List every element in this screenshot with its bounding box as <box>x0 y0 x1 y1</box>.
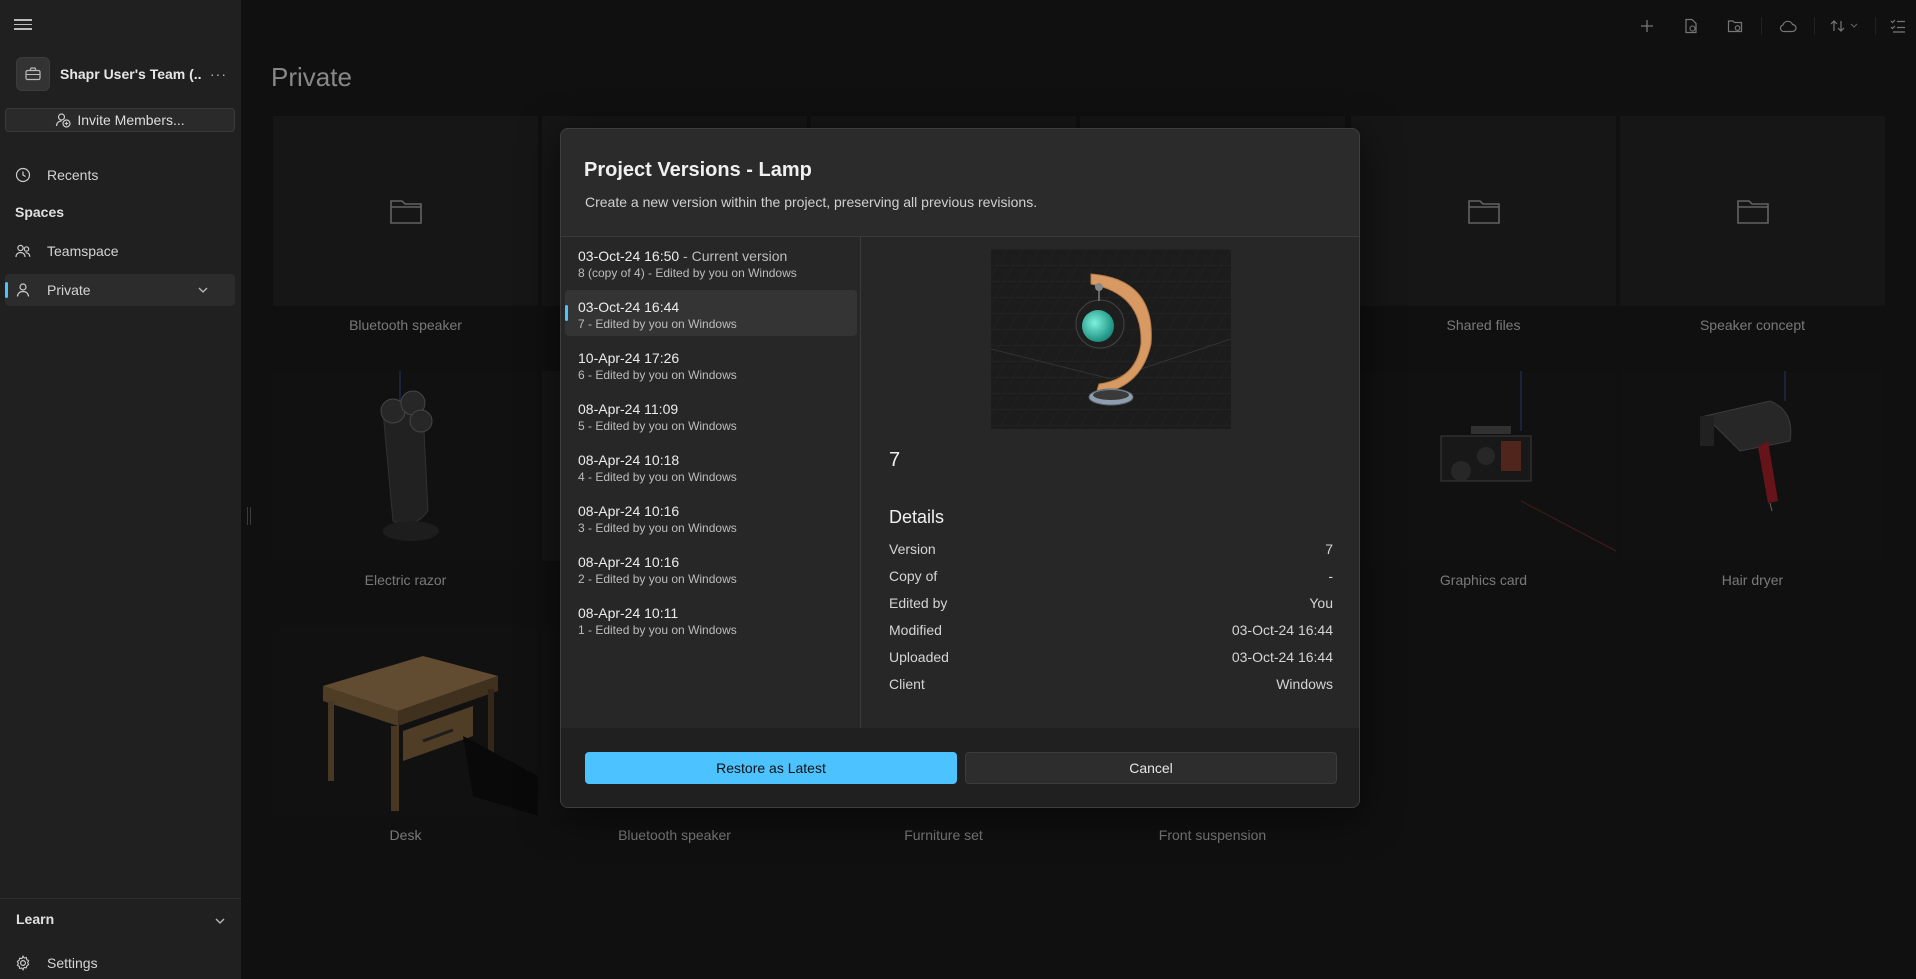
detail-value: 7 <box>1325 541 1333 557</box>
menu-icon[interactable] <box>14 16 32 34</box>
version-meta: 8 (copy of 4) - Edited by you on Windows <box>578 266 797 280</box>
detail-label: Copy of <box>889 568 938 584</box>
version-detail-panel: 7 Details Version 7 Copy of - Edited by … <box>861 237 1359 729</box>
clock-icon <box>15 167 31 183</box>
detail-row-version: Version 7 <box>889 541 1333 563</box>
version-date: 03-Oct-24 16:50 <box>578 248 680 264</box>
current-version-tag: - Current version <box>679 248 788 264</box>
detail-label: Client <box>889 676 925 692</box>
chevron-down-icon[interactable] <box>197 284 209 296</box>
nav-settings-label: Settings <box>47 955 98 971</box>
briefcase-icon <box>16 57 50 91</box>
version-item[interactable]: 10-Apr-24 17:26 6 - Edited by you on Win… <box>565 341 857 387</box>
version-item[interactable]: 08-Apr-24 10:11 1 - Edited by you on Win… <box>565 596 857 642</box>
nav-teamspace-label: Teamspace <box>47 243 119 259</box>
app-window: Shapr User's Team (... ··· Invite Member… <box>0 0 1916 979</box>
detail-label: Uploaded <box>889 649 949 665</box>
version-meta: 7 - Edited by you on Windows <box>578 317 737 331</box>
nav-private-label: Private <box>47 282 91 298</box>
detail-row-modified: Modified 03-Oct-24 16:44 <box>889 622 1333 644</box>
chevron-down-icon[interactable] <box>214 915 226 927</box>
cancel-button[interactable]: Cancel <box>965 752 1337 784</box>
team-name: Shapr User's Team (... <box>60 66 202 82</box>
detail-row-edited-by: Edited by You <box>889 595 1333 617</box>
detail-value: Windows <box>1276 676 1333 692</box>
learn-section[interactable]: Learn <box>0 898 241 938</box>
version-item[interactable]: 08-Apr-24 11:09 5 - Edited by you on Win… <box>565 392 857 438</box>
restore-as-latest-button[interactable]: Restore as Latest <box>585 752 957 784</box>
nav-settings[interactable]: Settings <box>5 947 235 979</box>
dialog-body: 03-Oct-24 16:50 - Current version 8 (cop… <box>561 236 1359 729</box>
person-icon <box>16 283 30 297</box>
detail-row-copy-of: Copy of - <box>889 568 1333 590</box>
version-item-selected[interactable]: 03-Oct-24 16:44 7 - Edited by you on Win… <box>565 290 857 336</box>
more-icon[interactable]: ··· <box>210 66 227 82</box>
nav-recents[interactable]: Recents <box>5 159 235 191</box>
team-icon <box>15 244 31 258</box>
version-meta: 1 - Edited by you on Windows <box>578 623 737 637</box>
version-date: 08-Apr-24 10:18 <box>578 452 680 468</box>
dialog-subtitle: Create a new version within the project,… <box>585 194 1038 210</box>
version-item[interactable]: 08-Apr-24 10:16 2 - Edited by you on Win… <box>565 545 857 591</box>
invite-members-label: Invite Members... <box>77 112 185 128</box>
nav-teamspace[interactable]: Teamspace <box>5 235 235 267</box>
nav-recents-label: Recents <box>47 167 99 183</box>
version-date: 08-Apr-24 10:16 <box>578 503 680 519</box>
detail-value: You <box>1309 595 1333 611</box>
version-meta: 6 - Edited by you on Windows <box>578 368 737 382</box>
spaces-heading: Spaces <box>15 204 65 220</box>
detail-value: - <box>1328 568 1333 584</box>
version-date: 08-Apr-24 11:09 <box>578 401 679 417</box>
sidebar: Shapr User's Team (... ··· Invite Member… <box>0 0 241 979</box>
learn-label: Learn <box>16 910 55 927</box>
version-item[interactable]: 08-Apr-24 10:18 4 - Edited by you on Win… <box>565 443 857 489</box>
detail-label: Modified <box>889 622 942 638</box>
version-date: 10-Apr-24 17:26 <box>578 350 680 366</box>
version-meta: 3 - Edited by you on Windows <box>578 521 737 535</box>
version-item[interactable]: 08-Apr-24 10:16 3 - Edited by you on Win… <box>565 494 857 540</box>
version-meta: 5 - Edited by you on Windows <box>578 419 737 433</box>
details-heading: Details <box>889 507 945 527</box>
version-list: 03-Oct-24 16:50 - Current version 8 (cop… <box>561 237 861 729</box>
detail-label: Edited by <box>889 595 948 611</box>
version-meta: 2 - Edited by you on Windows <box>578 572 737 586</box>
detail-label: Version <box>889 541 936 557</box>
version-meta: 4 - Edited by you on Windows <box>578 470 737 484</box>
version-date: 08-Apr-24 10:11 <box>578 605 679 621</box>
detail-row-client: Client Windows <box>889 676 1333 698</box>
dialog-footer: Restore as Latest Cancel <box>561 728 1359 807</box>
add-user-icon <box>56 113 71 128</box>
invite-members-button[interactable]: Invite Members... <box>5 108 235 132</box>
detail-row-uploaded: Uploaded 03-Oct-24 16:44 <box>889 649 1333 671</box>
version-date: 08-Apr-24 10:16 <box>578 554 680 570</box>
version-date: 03-Oct-24 16:44 <box>578 299 680 315</box>
gear-icon <box>16 955 30 971</box>
project-versions-dialog: Project Versions - Lamp Create a new ver… <box>560 128 1360 808</box>
version-item[interactable]: 03-Oct-24 16:50 - Current version 8 (cop… <box>565 239 857 285</box>
lamp-preview-image <box>991 249 1231 429</box>
dialog-title: Project Versions - Lamp <box>584 159 812 181</box>
detail-value: 03-Oct-24 16:44 <box>1231 649 1333 665</box>
selected-version-number: 7 <box>889 449 901 471</box>
team-switcher[interactable]: Shapr User's Team (... ··· <box>16 55 236 93</box>
detail-value: 03-Oct-24 16:44 <box>1231 622 1333 638</box>
nav-private[interactable]: Private <box>5 274 235 306</box>
